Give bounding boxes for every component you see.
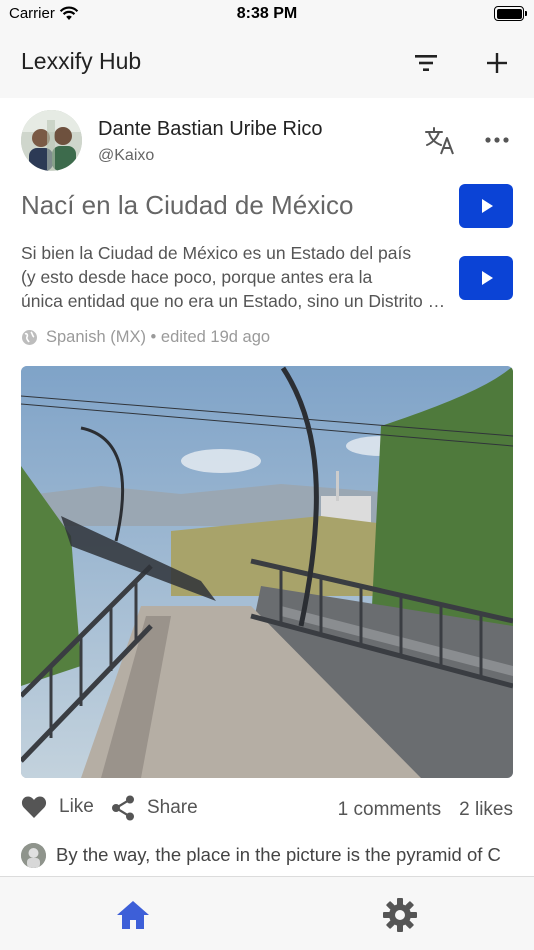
avatar-photo — [21, 110, 82, 171]
globe-icon — [22, 330, 37, 345]
post-body-line: única entidad que no era un Estado, sino… — [21, 291, 449, 311]
tab-settings[interactable] — [380, 895, 420, 935]
status-time: 8:38 PM — [236, 5, 298, 22]
battery-icon — [494, 6, 527, 21]
post-body[interactable]: Si bien la Ciudad de México es un Estado… — [21, 241, 449, 313]
likes-count[interactable]: 2 likes — [459, 799, 513, 821]
share-icon — [112, 795, 134, 821]
filter-button[interactable] — [411, 48, 441, 78]
engagement-counts: 1 comments 2 likes — [338, 799, 513, 821]
comments-count[interactable]: 1 comments — [338, 799, 441, 821]
post-body-line: Si bien la Ciudad de México es un Estado… — [21, 243, 412, 263]
author-avatar[interactable] — [21, 110, 82, 171]
like-button[interactable]: Like — [21, 795, 94, 819]
gear-icon — [383, 898, 417, 932]
author-handle: @Kaixo — [98, 147, 155, 164]
more-options-button[interactable] — [483, 130, 511, 150]
tab-bar — [0, 876, 534, 950]
post-title[interactable]: Nací en la Ciudad de México — [21, 190, 353, 221]
add-post-button[interactable] — [482, 48, 512, 78]
post-actions: Like Share 1 comments 2 likes — [0, 795, 534, 827]
filter-icon — [415, 55, 437, 71]
author-name[interactable]: Dante Bastian Uribe Rico — [98, 118, 323, 141]
translate-icon — [425, 127, 454, 155]
post-body-line: (y esto desde hace poco, porque antes er… — [21, 267, 373, 287]
post-photo-image — [21, 366, 513, 778]
post-meta: Spanish (MX) • edited 19d ago — [21, 328, 270, 347]
heart-icon — [21, 796, 47, 818]
like-label: Like — [59, 796, 94, 817]
translate-button[interactable] — [423, 124, 457, 158]
play-title-audio-button[interactable] — [459, 184, 513, 228]
nav-bar: Lexxify Hub — [0, 28, 534, 98]
commenter-avatar — [21, 842, 46, 868]
share-label: Share — [147, 797, 198, 818]
home-icon — [117, 901, 149, 929]
plus-icon — [487, 53, 507, 73]
post-photo[interactable] — [21, 366, 513, 778]
app-title: Lexxify Hub — [21, 48, 142, 74]
comment-preview[interactable]: By the way, the place in the picture is … — [21, 840, 534, 870]
status-bar: Carrier 8:38 PM — [0, 0, 534, 28]
more-icon — [485, 137, 509, 143]
comment-preview-text: By the way, the place in the picture is … — [56, 844, 501, 865]
play-body-audio-button[interactable] — [459, 256, 513, 300]
play-icon — [482, 271, 493, 285]
play-icon — [482, 199, 493, 213]
post-meta-text: Spanish (MX) • edited 19d ago — [46, 328, 271, 346]
share-button[interactable]: Share — [111, 795, 198, 821]
tab-home[interactable] — [113, 895, 153, 935]
